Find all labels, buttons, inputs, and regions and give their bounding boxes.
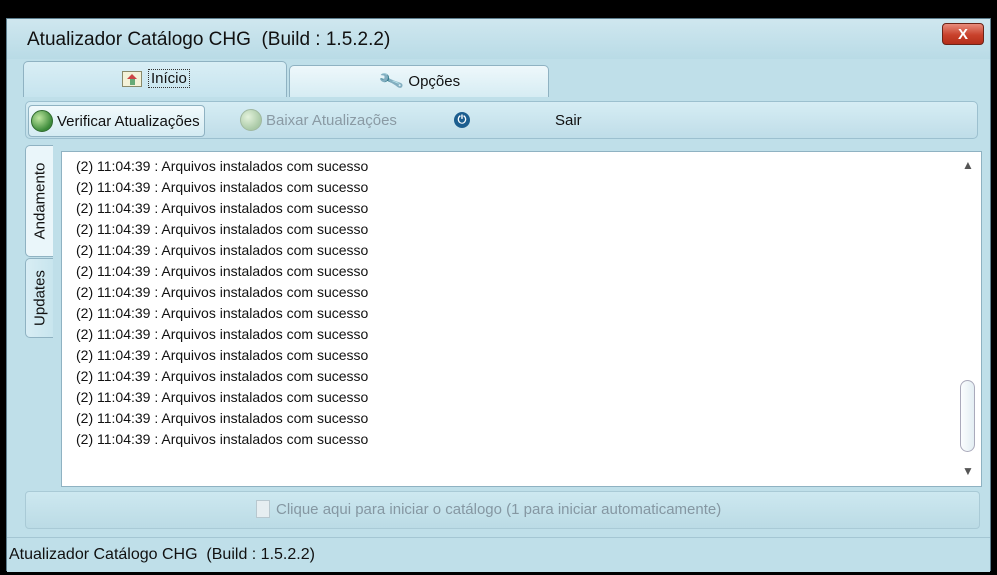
baixar-label: Baixar Atualizações <box>266 111 397 129</box>
log-panel[interactable]: (2) 11:04:39 : Arquivos instalados com s… <box>61 151 982 487</box>
baixar-atualizacoes-button[interactable]: Baixar Atualizações <box>240 102 397 138</box>
scroll-thumb[interactable] <box>960 380 975 452</box>
bottom-action-bar: Clique aqui para iniciar o catálogo (1 p… <box>25 491 980 529</box>
verificar-atualizacoes-button[interactable]: Verificar Atualizações <box>28 105 205 137</box>
title-bar[interactable]: Atualizador Catálogo CHG (Build : 1.5.2.… <box>7 19 990 59</box>
tab-opcoes[interactable]: 🔧 Opções <box>289 65 549 97</box>
document-icon <box>256 500 270 518</box>
log-line: (2) 11:04:39 : Arquivos instalados com s… <box>76 263 369 279</box>
log-line: (2) 11:04:39 : Arquivos instalados com s… <box>76 431 369 447</box>
log-line: (2) 11:04:39 : Arquivos instalados com s… <box>76 305 369 321</box>
close-button[interactable]: X <box>942 23 984 45</box>
sair-label: Sair <box>555 111 582 129</box>
side-tab-updates-label: Updates <box>31 270 48 326</box>
power-icon: ⏻ <box>454 112 470 128</box>
vertical-scrollbar[interactable]: ▲ ▼ <box>955 152 981 486</box>
verificar-label: Verificar Atualizações <box>57 112 200 130</box>
toolbar: Verificar Atualizações Baixar Atualizaçõ… <box>25 101 978 139</box>
tab-inicio[interactable]: Início <box>23 61 287 97</box>
globe-refresh-icon <box>31 110 53 132</box>
log-line: (2) 11:04:39 : Arquivos instalados com s… <box>76 368 369 384</box>
wrench-icon: 🔧 <box>377 67 405 95</box>
scroll-down-arrow-icon[interactable]: ▼ <box>960 464 976 480</box>
log-line: (2) 11:04:39 : Arquivos instalados com s… <box>76 347 369 363</box>
log-line: (2) 11:04:39 : Arquivos instalados com s… <box>76 326 369 342</box>
log-line: (2) 11:04:39 : Arquivos instalados com s… <box>76 158 369 174</box>
tab-inicio-label: Início <box>148 69 190 88</box>
log-line: (2) 11:04:39 : Arquivos instalados com s… <box>76 410 369 426</box>
status-text: Atualizador Catálogo CHG (Build : 1.5.2.… <box>9 546 315 563</box>
start-catalog-button[interactable]: Clique aqui para iniciar o catálogo (1 p… <box>256 500 721 518</box>
log-line: (2) 11:04:39 : Arquivos instalados com s… <box>76 179 369 195</box>
log-line: (2) 11:04:39 : Arquivos instalados com s… <box>76 242 369 258</box>
sair-button[interactable]: Sair <box>555 102 582 138</box>
side-tab-andamento[interactable]: Andamento <box>25 145 53 257</box>
log-line: (2) 11:04:39 : Arquivos instalados com s… <box>76 200 369 216</box>
power-button[interactable]: ⏻ <box>454 102 470 138</box>
globe-download-icon <box>240 109 262 131</box>
log-line: (2) 11:04:39 : Arquivos instalados com s… <box>76 284 369 300</box>
home-icon <box>122 70 142 87</box>
window-title: Atualizador Catálogo CHG (Build : 1.5.2.… <box>27 29 391 50</box>
log-line: (2) 11:04:39 : Arquivos instalados com s… <box>76 221 369 237</box>
status-bar: Atualizador Catálogo CHG (Build : 1.5.2.… <box>7 537 990 572</box>
side-tab-updates[interactable]: Updates <box>25 258 53 338</box>
side-tab-andamento-label: Andamento <box>31 162 48 240</box>
tab-opcoes-label: Opções <box>408 73 461 90</box>
log-line: (2) 11:04:39 : Arquivos instalados com s… <box>76 389 369 405</box>
log-list: (2) 11:04:39 : Arquivos instalados com s… <box>76 156 368 450</box>
app-window: Atualizador Catálogo CHG (Build : 1.5.2.… <box>6 18 991 572</box>
scroll-up-arrow-icon[interactable]: ▲ <box>960 158 976 174</box>
start-catalog-label: Clique aqui para iniciar o catálogo (1 p… <box>276 500 722 518</box>
main-tabs: Início 🔧 Opções <box>19 61 977 97</box>
